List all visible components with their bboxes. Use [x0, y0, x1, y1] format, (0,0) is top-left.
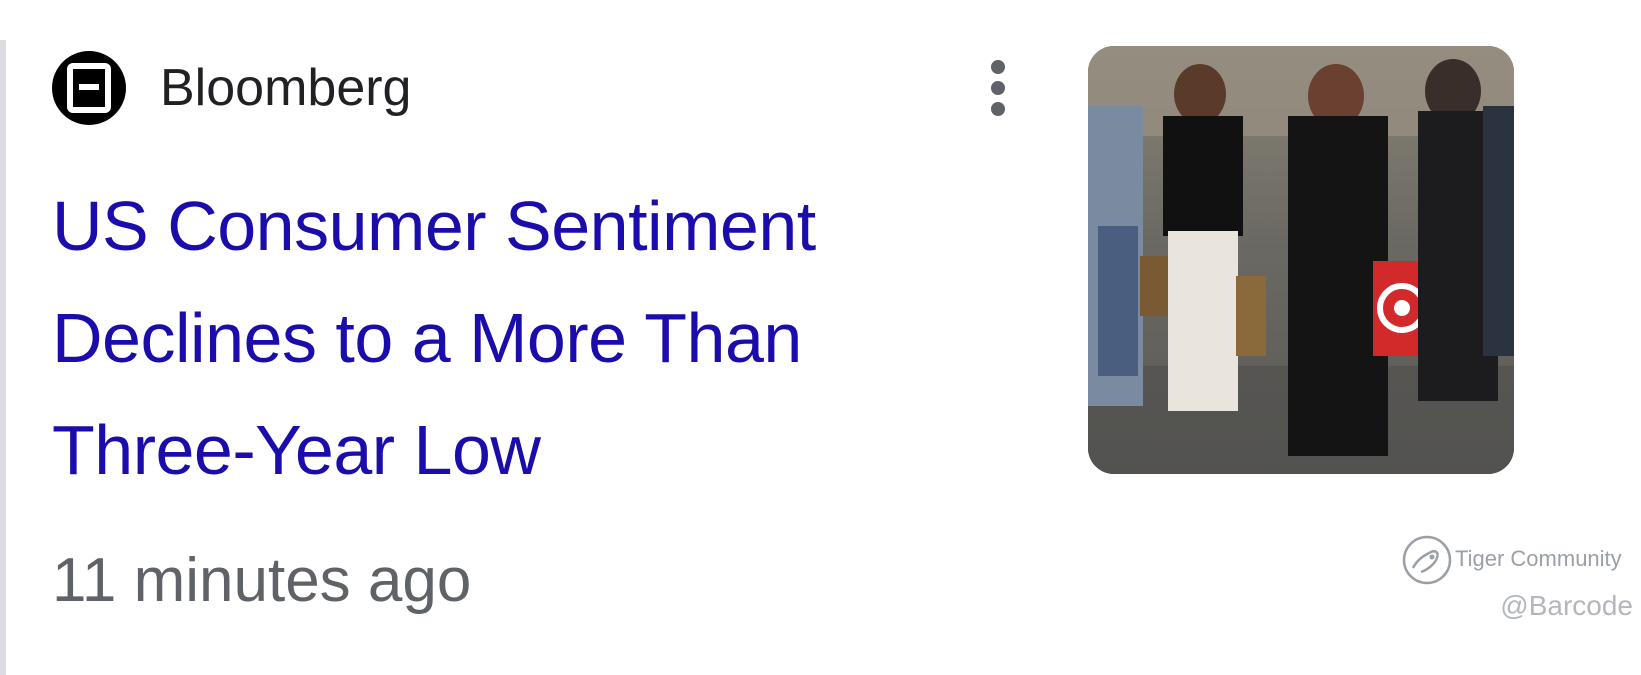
more-options-button[interactable]: [980, 56, 1016, 120]
bloomberg-logo-icon: [52, 51, 126, 125]
news-card[interactable]: Bloomberg US Consumer Sentiment Declines…: [0, 0, 1641, 675]
article-thumbnail[interactable]: [1088, 46, 1514, 474]
source-row: Bloomberg: [52, 51, 412, 125]
more-vert-icon: [991, 60, 1005, 74]
tiger-community-logo-icon: [1402, 535, 1452, 585]
watermark-brand: Tiger Community: [1455, 546, 1622, 571]
watermark: Tiger Community @Barcode: [1393, 528, 1633, 628]
source-name: Bloomberg: [160, 59, 412, 117]
shoppers-photo-icon: [1088, 46, 1514, 474]
article-headline[interactable]: US Consumer Sentiment Declines to a More…: [52, 170, 932, 506]
article-timestamp: 11 minutes ago: [52, 546, 472, 615]
watermark-handle: @Barcode: [1500, 590, 1633, 621]
